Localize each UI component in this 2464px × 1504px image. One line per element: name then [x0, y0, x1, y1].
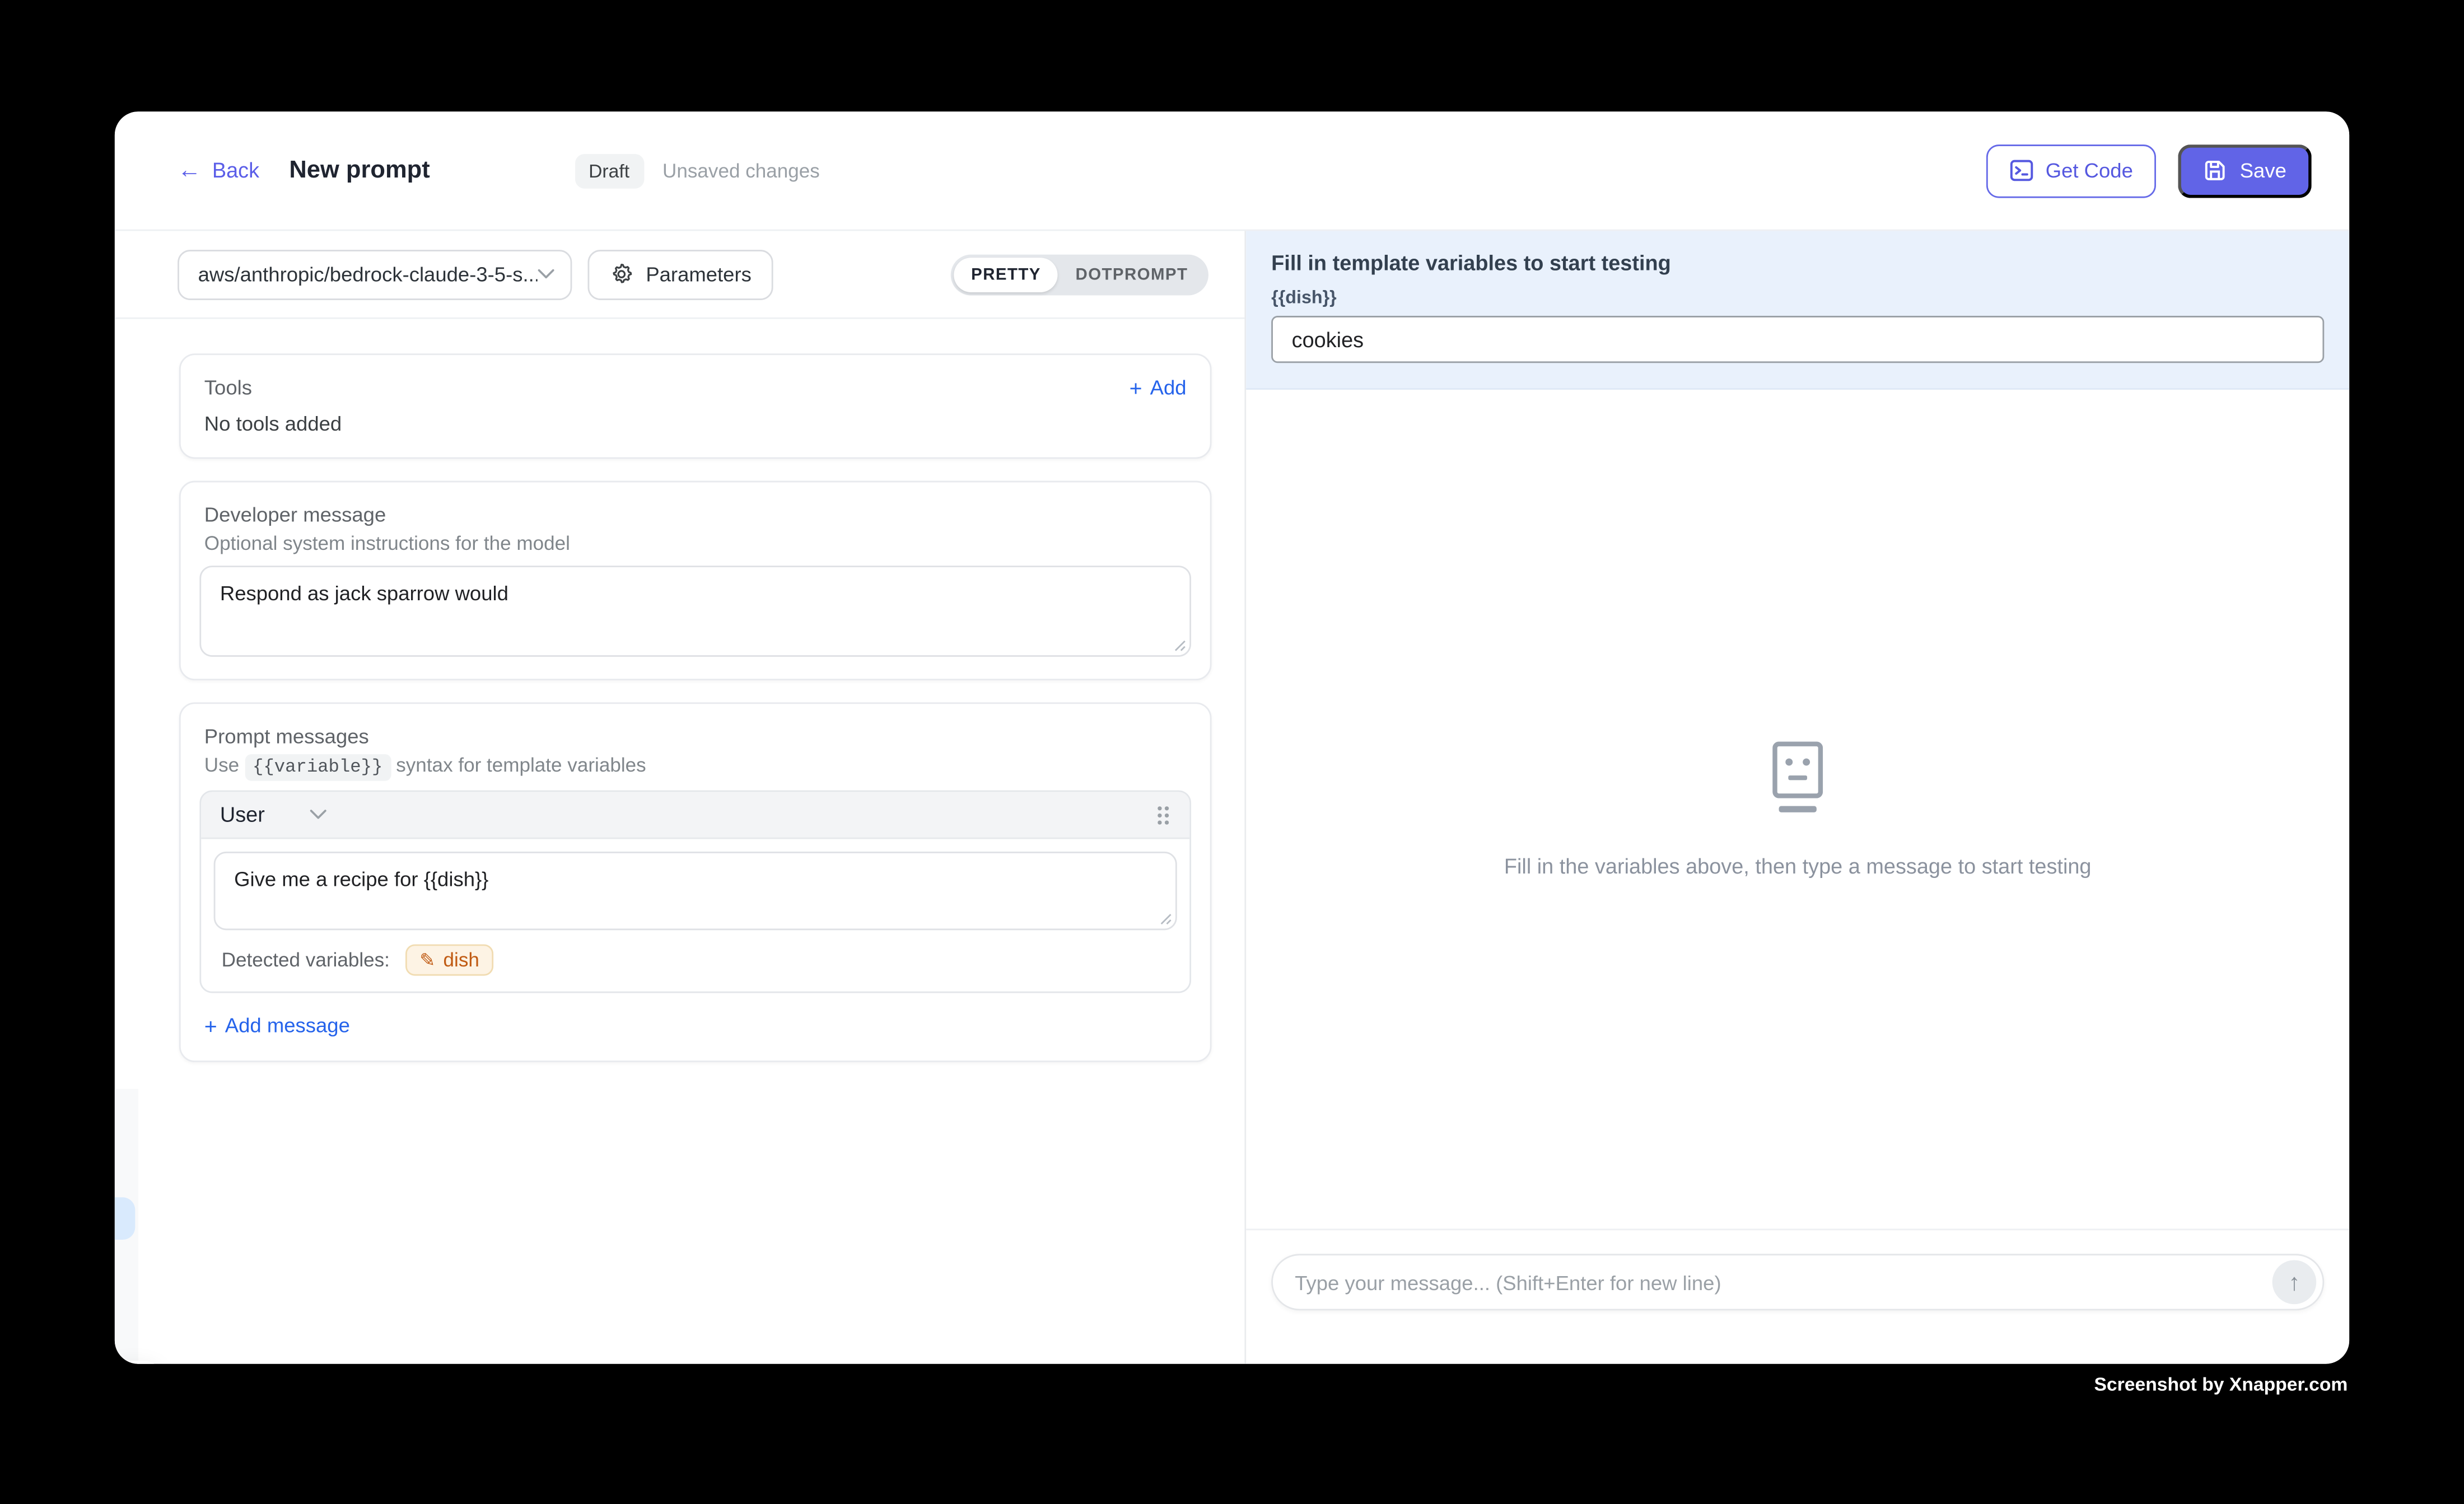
message-block: User — [199, 790, 1191, 993]
plus-icon: + — [204, 1014, 217, 1036]
screenshot-stage: ← Back New prompt Draft Unsaved changes … — [0, 0, 2464, 1503]
add-message-row: + Add message — [199, 1013, 1191, 1038]
message-role-value: User — [220, 803, 265, 826]
page-title: New prompt — [289, 156, 430, 185]
variable-syntax-chip: {{variable}} — [245, 754, 390, 781]
developer-message-textarea[interactable]: Respond as jack sparrow would — [199, 566, 1191, 657]
add-message-button[interactable]: + Add message — [204, 1013, 350, 1037]
developer-message-card: Developer message Optional system instru… — [179, 481, 1212, 680]
save-icon — [2204, 158, 2227, 182]
parameters-button[interactable]: Parameters — [587, 249, 773, 300]
chat-message-input[interactable] — [1295, 1271, 2272, 1294]
toggle-dotprompt[interactable]: DOTPROMPT — [1058, 257, 1206, 292]
view-mode-toggle: PRETTY DOTPROMPT — [951, 254, 1208, 295]
subtitle-prefix: Use — [204, 754, 239, 776]
chat-input-shell: ↑ — [1271, 1254, 2324, 1310]
robot-face-icon — [1770, 741, 1826, 813]
plus-icon: + — [1130, 376, 1142, 398]
model-selector[interactable]: aws/anthropic/bedrock-claude-3-5-s... — [178, 249, 572, 300]
gear-icon — [610, 263, 633, 286]
editor-toolbar: aws/anthropic/bedrock-claude-3-5-s... Pa… — [115, 231, 1245, 319]
app-header: ← Back New prompt Draft Unsaved changes … — [115, 111, 2349, 231]
message-textarea-wrap: Give me a recipe for {{dish}} — [214, 852, 1177, 930]
save-label: Save — [2240, 158, 2286, 182]
tools-card-title: Tools — [204, 376, 252, 399]
send-button[interactable]: ↑ — [2272, 1260, 2317, 1305]
chat-empty-state: Fill in the variables above, then type a… — [1246, 390, 2349, 1229]
parameters-label: Parameters — [646, 263, 752, 286]
prompt-messages-card: Prompt messages Use {{variable}} syntax … — [179, 702, 1212, 1061]
detected-variables-label: Detected variables: — [222, 949, 390, 971]
chevron-down-icon — [309, 809, 326, 820]
add-tool-button[interactable]: + Add — [1130, 376, 1187, 399]
status-group: Draft Unsaved changes — [575, 153, 820, 188]
add-message-label: Add message — [225, 1013, 350, 1037]
app-body: aws/anthropic/bedrock-claude-3-5-s... Pa… — [115, 231, 2349, 1363]
detected-variables-row: Detected variables: ✎ dish — [214, 944, 1177, 975]
sidebar-active-item[interactable] — [115, 1197, 135, 1240]
test-panel: Fill in template variables to start test… — [1246, 231, 2349, 1363]
get-code-button[interactable]: Get Code — [1986, 144, 2157, 197]
status-badge: Draft — [575, 153, 644, 188]
developer-message-title: Developer message — [199, 503, 1191, 526]
prompt-messages-title: Prompt messages — [199, 725, 1191, 748]
app-window: ← Back New prompt Draft Unsaved changes … — [115, 111, 2349, 1363]
unsaved-changes-text: Unsaved changes — [662, 160, 820, 181]
message-header: User — [201, 792, 1189, 839]
back-button[interactable]: ← Back — [178, 158, 259, 182]
add-tool-label: Add — [1150, 376, 1187, 399]
pencil-icon: ✎ — [419, 951, 435, 970]
message-body: Give me a recipe for {{dish}} Detected v… — [201, 839, 1189, 991]
subtitle-suffix: syntax for template variables — [396, 754, 646, 776]
variable-badge-dish[interactable]: ✎ dish — [405, 944, 493, 975]
variables-banner: Fill in template variables to start test… — [1246, 231, 2349, 389]
up-arrow-icon: ↑ — [2288, 1269, 2300, 1296]
resize-grip-icon[interactable] — [1158, 912, 1172, 926]
tools-card-header: Tools + Add — [199, 376, 1191, 399]
chevron-down-icon — [538, 269, 555, 280]
watermark-text: Screenshot by Xnapper.com — [2094, 1374, 2348, 1395]
resize-grip-icon[interactable] — [1172, 638, 1186, 652]
chat-bar: ↑ — [1246, 1229, 2349, 1363]
prompt-editor-panel: aws/anthropic/bedrock-claude-3-5-s... Pa… — [115, 231, 1246, 1363]
developer-message-textarea-wrap: Respond as jack sparrow would — [199, 566, 1191, 657]
terminal-icon — [2009, 158, 2033, 182]
variable-name-label: {{dish}} — [1271, 289, 2324, 308]
drag-handle-icon[interactable] — [1155, 804, 1170, 825]
tools-card: Tools + Add No tools added — [179, 353, 1212, 459]
back-label: Back — [212, 158, 259, 182]
back-arrow-icon: ← — [178, 158, 201, 182]
get-code-label: Get Code — [2046, 158, 2133, 182]
tools-empty-text: No tools added — [199, 412, 1191, 435]
toggle-pretty[interactable]: PRETTY — [954, 257, 1058, 292]
developer-message-subtitle: Optional system instructions for the mod… — [199, 533, 1191, 554]
editor-cards: Tools + Add No tools added Developer mes… — [115, 319, 1245, 1062]
empty-state-text: Fill in the variables above, then type a… — [1504, 854, 2092, 877]
banner-title: Fill in template variables to start test… — [1271, 251, 2324, 275]
variable-value-input[interactable] — [1271, 316, 2324, 363]
model-selector-value: aws/anthropic/bedrock-claude-3-5-s... — [198, 263, 538, 286]
prompt-messages-subtitle: Use {{variable}} syntax for template var… — [199, 754, 1191, 778]
variable-badge-label: dish — [444, 949, 479, 971]
message-textarea[interactable]: Give me a recipe for {{dish}} — [214, 852, 1177, 930]
save-button[interactable]: Save — [2178, 144, 2312, 197]
sidebar-popover-card — [115, 1361, 160, 1364]
message-role-selector[interactable]: User — [220, 803, 326, 826]
